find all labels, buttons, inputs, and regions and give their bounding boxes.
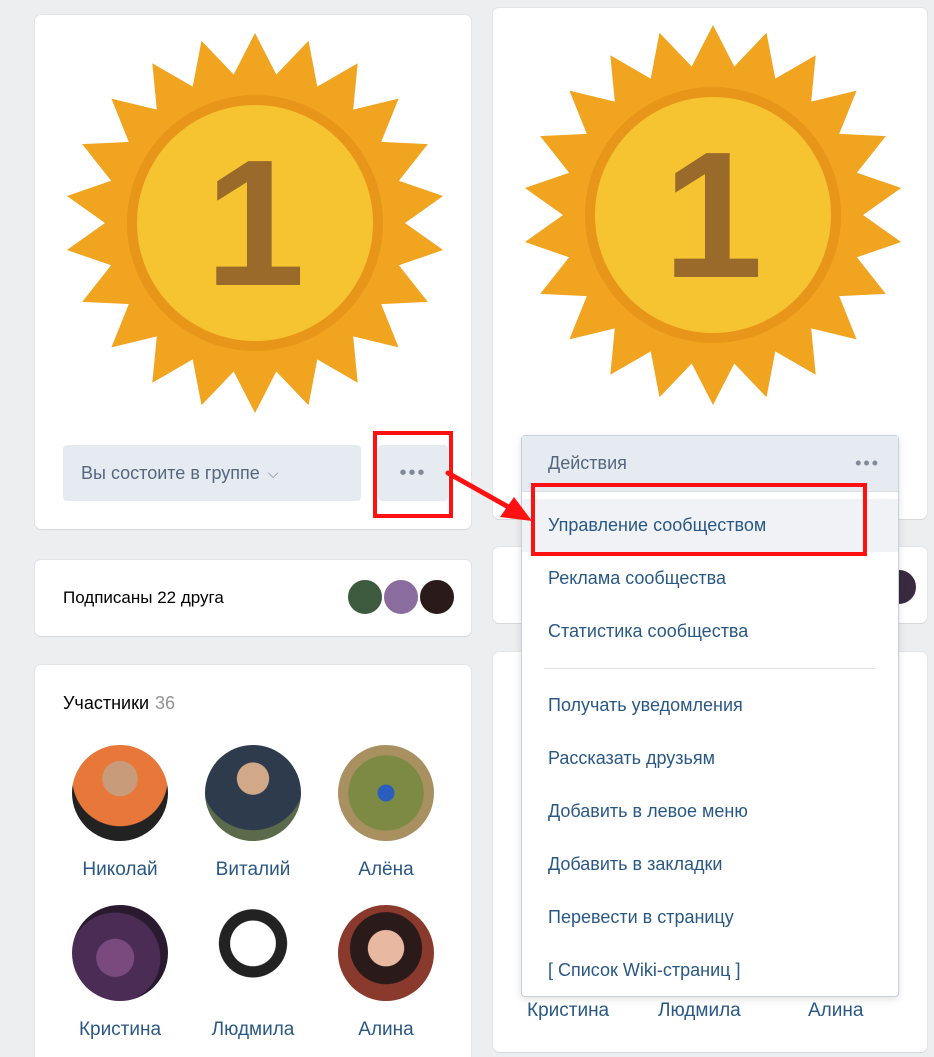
member-name: Виталий: [215, 859, 291, 880]
friend-avatar: [382, 578, 420, 616]
member-name: Алина: [358, 1019, 414, 1040]
badge-number: 1: [205, 123, 305, 324]
member-name: Алёна: [358, 859, 414, 880]
member-avatar: [72, 905, 168, 1001]
member-name: Людмила: [211, 1019, 295, 1040]
member-item[interactable]: Алёна: [331, 745, 441, 881]
friend-avatar: [346, 578, 384, 616]
friends-subscribed-text[interactable]: Подписаны 22 друга: [63, 588, 224, 608]
menu-item-add-left-menu[interactable]: Добавить в левое меню: [522, 785, 898, 838]
member-item[interactable]: Виталий: [198, 745, 308, 881]
menu-divider: [544, 668, 876, 669]
member-name: Николай: [82, 859, 158, 880]
member-name: Кристина: [78, 1019, 162, 1040]
more-dots-icon: •••: [855, 453, 880, 473]
member-name[interactable]: Кристина: [527, 1000, 609, 1022]
arrow-icon: [445, 470, 532, 521]
chevron-down-icon: ⌵: [267, 464, 279, 481]
menu-item-wiki-list[interactable]: [ Список Wiki-страниц ]: [522, 944, 898, 997]
member-item[interactable]: Людмила: [198, 905, 308, 1041]
member-item[interactable]: Алина: [331, 905, 441, 1041]
joined-group-label: Вы состоите в группе: [81, 462, 260, 483]
member-avatar: [205, 745, 301, 841]
joined-group-button[interactable]: Вы состоите в группе ⌵: [63, 445, 361, 501]
menu-item-tell-friends[interactable]: Рассказать друзьям: [522, 732, 898, 785]
member-avatar: [338, 745, 434, 841]
highlight-manage-community: [531, 483, 867, 556]
menu-item-statistics[interactable]: Статистика сообщества: [522, 605, 898, 658]
badge-number: 1: [663, 115, 763, 316]
member-avatar: [205, 905, 301, 1001]
friends-avatars[interactable]: [346, 578, 456, 618]
member-name[interactable]: Алина: [808, 1000, 863, 1022]
menu-item-notifications[interactable]: Получать уведомления: [522, 679, 898, 732]
actions-label: Действия: [548, 453, 627, 473]
members-title-text: Участники: [63, 693, 149, 713]
award-badge-left-icon: 1: [66, 33, 444, 413]
award-badge-right-icon: 1: [524, 25, 902, 405]
member-item[interactable]: Кристина: [65, 905, 175, 1041]
menu-item-convert-page[interactable]: Перевести в страницу: [522, 891, 898, 944]
friend-avatar: [418, 578, 456, 616]
member-avatar: [338, 905, 434, 1001]
members-title[interactable]: Участники 36: [63, 693, 175, 714]
member-item[interactable]: Николай: [65, 745, 175, 881]
menu-item-add-bookmarks[interactable]: Добавить в закладки: [522, 838, 898, 891]
members-count: 36: [155, 693, 176, 713]
member-name[interactable]: Людмила: [658, 1000, 741, 1022]
member-avatar: [72, 745, 168, 841]
menu-item-advertise[interactable]: Реклама сообщества: [522, 552, 898, 605]
